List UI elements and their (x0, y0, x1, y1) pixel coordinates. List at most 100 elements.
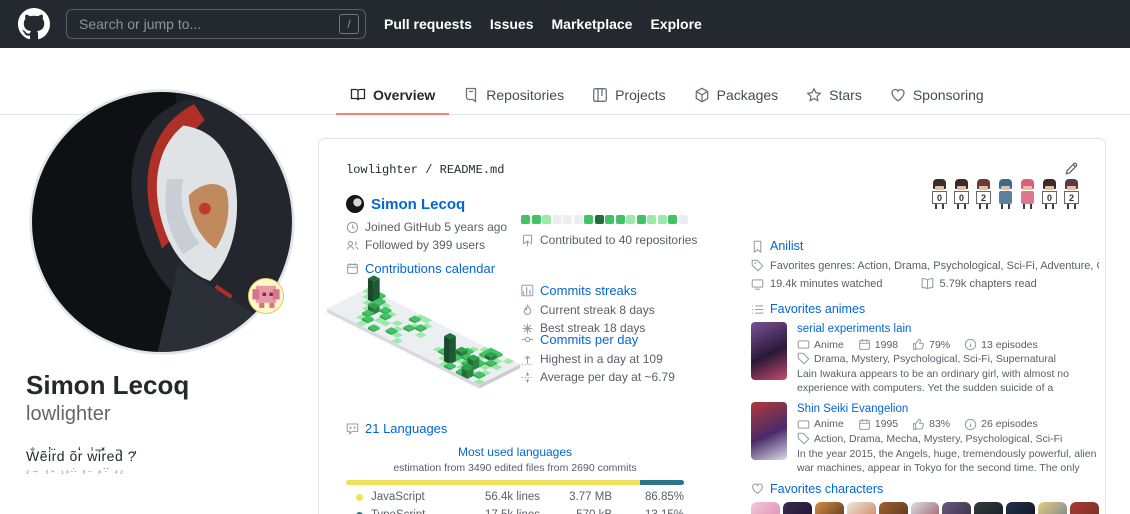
favorites-animes-header[interactable]: Favorites animes (751, 302, 1099, 316)
anime-cover-evangelion[interactable] (751, 402, 787, 460)
anime-title-lain[interactable]: serial experiments lain (797, 322, 1099, 338)
nav-marketplace[interactable]: Marketplace (552, 16, 633, 32)
commits-per-day-label: Commits per day (540, 332, 638, 347)
tag-icon (797, 432, 810, 445)
favorite-genres-row: Favorites genres: Action, Drama, Psychol… (751, 259, 1099, 272)
heart-icon (890, 87, 906, 103)
info-icon (964, 338, 977, 351)
tab-sponsoring[interactable]: Sponsoring (876, 76, 998, 115)
contributed-text: Contributed to 40 repositories (540, 233, 697, 247)
tab-sponsoring-label: Sponsoring (913, 87, 984, 103)
pixel-character: 0 (1040, 179, 1059, 209)
commits-streaks-header[interactable]: Commits streaks (521, 283, 655, 298)
profile-avatar[interactable] (28, 88, 296, 356)
github-logo-icon[interactable] (18, 8, 50, 40)
pixel-character (1018, 179, 1037, 209)
anime-genres: Action, Drama, Mecha, Mystery, Psycholog… (797, 432, 1099, 446)
anilist-stats-row: 19.4k minutes watched 5.79k chapters rea… (751, 277, 1099, 290)
contribution-square (679, 215, 688, 224)
javascript-percent: 86.85% (612, 491, 684, 503)
profile-name: Simon Lecoq (26, 370, 311, 401)
current-streak-text: Current streak 8 days (540, 303, 655, 317)
clock-icon (346, 221, 359, 234)
readme-path[interactable]: lowlighter / README.md (346, 163, 504, 177)
anime-year: 1998 (858, 338, 898, 352)
commits-streaks-block: Commits streaks Current streak 8 days Be… (521, 283, 655, 339)
nav-explore[interactable]: Explore (650, 16, 701, 32)
header-search: / (66, 9, 366, 39)
tag-icon (797, 352, 810, 365)
search-input[interactable] (66, 9, 366, 39)
list-icon (751, 303, 764, 316)
character-avatar[interactable] (942, 502, 971, 514)
character-avatar[interactable] (847, 502, 876, 514)
tab-repositories[interactable]: Repositories (449, 76, 578, 115)
people-icon (346, 239, 359, 252)
tab-overview[interactable]: Overview (336, 76, 449, 115)
tab-repositories-label: Repositories (486, 87, 564, 103)
nav-issues[interactable]: Issues (490, 16, 534, 32)
status-badge[interactable] (248, 278, 284, 314)
favorite-characters-row (751, 502, 1099, 514)
languages-bar (346, 480, 684, 485)
contributions-calendar-link[interactable]: Contributions calendar (346, 261, 495, 276)
github-profile-page: / Pull requests Issues Marketplace Explo… (0, 0, 1130, 514)
tab-projects[interactable]: Projects (578, 76, 680, 115)
commits-per-day-header[interactable]: Commits per day (521, 332, 675, 347)
contributions-block: Contributed to 40 repositories (521, 215, 697, 247)
highest-day-text: Highest in a day at 109 (540, 352, 663, 366)
arrow-up-icon (521, 353, 534, 366)
character-avatar[interactable] (879, 502, 908, 514)
chapters-read: 5.79k chapters read (921, 277, 1037, 290)
pixel-counter-row: 00202 (930, 179, 1081, 209)
tab-overview-label: Overview (373, 87, 435, 103)
anilist-block: Anilist Favorites genres: Action, Drama,… (751, 239, 1099, 514)
languages-estimation: estimation from 3490 edited files from 2… (346, 462, 684, 474)
readme-owner: lowlighter (346, 163, 418, 177)
profile-tabs: Overview Repositories Projects Packages … (336, 76, 998, 115)
character-avatar[interactable] (1070, 502, 1099, 514)
tab-packages-label: Packages (717, 87, 778, 103)
joined-text: Joined GitHub 5 years ago (365, 220, 507, 234)
most-used-languages-title[interactable]: Most used languages (346, 445, 684, 459)
favorites-characters-title: Favorites characters (770, 482, 883, 496)
anime-episodes: 26 episodes (964, 417, 1038, 431)
header-nav: Pull requests Issues Marketplace Explore (384, 16, 702, 32)
tab-packages[interactable]: Packages (680, 76, 792, 115)
tab-projects-label: Projects (615, 87, 666, 103)
highest-day-row: Highest in a day at 109 (521, 352, 675, 366)
calendar-icon (858, 338, 871, 351)
isometric-calendar (325, 275, 530, 403)
readme-path-sep: / (418, 163, 440, 177)
anime-cover-lain[interactable] (751, 322, 787, 380)
contribution-square (668, 215, 677, 224)
nav-pull-requests[interactable]: Pull requests (384, 16, 472, 32)
languages-header[interactable]: 21 Languages (346, 421, 684, 436)
anilist-header[interactable]: Anilist (751, 239, 1099, 253)
tv-icon (797, 338, 810, 351)
favorites-characters-header[interactable]: Favorites characters (751, 482, 1099, 496)
bookmark-icon (751, 240, 764, 253)
contribution-square (542, 215, 551, 224)
average-day-row: Average per day at ~6.79 (521, 370, 675, 384)
character-avatar[interactable] (974, 502, 1003, 514)
pencil-icon[interactable] (1064, 161, 1079, 176)
character-avatar[interactable] (1006, 502, 1035, 514)
tv-icon (797, 418, 810, 431)
package-icon (694, 87, 710, 103)
character-avatar[interactable] (751, 502, 780, 514)
anime-title-evangelion[interactable]: Shin Seiki Evangelion (797, 402, 1099, 418)
anime-entry-lain: serial experiments lain Anime 1998 79% 1… (751, 322, 1099, 394)
character-avatar[interactable] (815, 502, 844, 514)
metrics-user-name[interactable]: Simon Lecoq (371, 196, 465, 213)
anime-description: In the year 2015, the Angels, huge, trem… (797, 447, 1099, 474)
tab-stars[interactable]: Stars (792, 76, 876, 115)
character-avatar[interactable] (1038, 502, 1067, 514)
contribution-square (563, 215, 572, 224)
character-avatar[interactable] (911, 502, 940, 514)
commits-streaks-label: Commits streaks (540, 283, 637, 298)
anime-score: 83% (912, 417, 950, 431)
contribution-square (637, 215, 646, 224)
repo-push-icon (521, 234, 534, 247)
character-avatar[interactable] (783, 502, 812, 514)
